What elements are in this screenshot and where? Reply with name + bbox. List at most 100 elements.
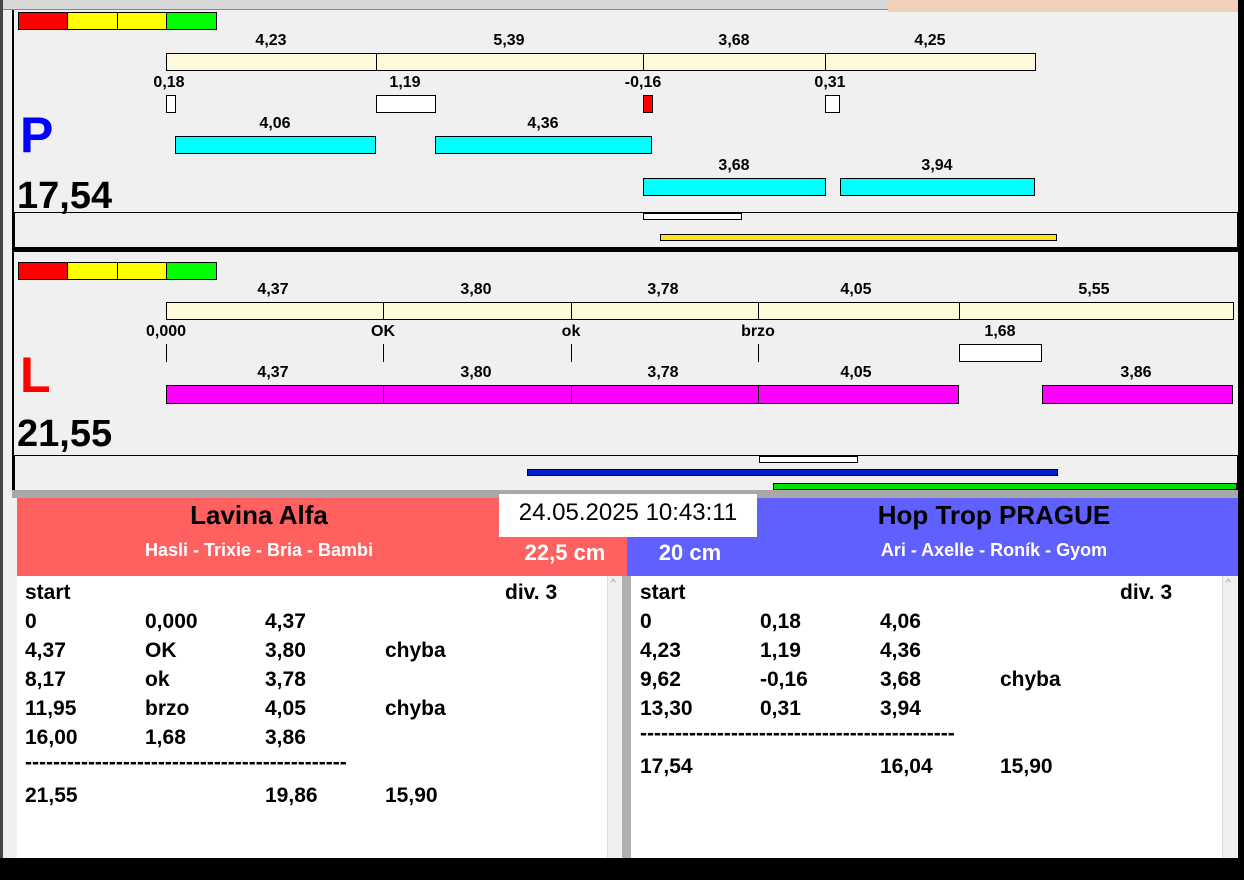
run-bar (643, 178, 826, 196)
list-divider (622, 576, 631, 858)
segment-label: 3,68 (718, 32, 750, 49)
exchange-label: 0,18 (153, 74, 185, 91)
segment-label: 4,37 (257, 281, 289, 298)
list-cell: 0,000 (145, 610, 198, 633)
run-label: 3,78 (647, 364, 679, 381)
run-bar (383, 385, 572, 404)
list-separator: ----------------------------------------… (25, 751, 347, 774)
list-total-cell: 17,54 (640, 755, 693, 778)
scroll-up-icon[interactable]: ^ (1226, 578, 1231, 589)
run-label: 3,68 (718, 157, 750, 174)
list-start-label: start (640, 581, 686, 604)
timestamp-box: 24.05.2025 10:43:11 (499, 494, 757, 537)
p-letter: P (20, 107, 54, 163)
exchange-tick (383, 344, 384, 362)
segment-label: 3,78 (647, 281, 679, 298)
list-cell: 4,37 (265, 610, 306, 633)
list-cell: 1,19 (760, 639, 801, 662)
course-segment (959, 302, 1234, 320)
list-cell: 13,30 (640, 697, 693, 720)
panel-divider (12, 247, 1238, 252)
course-segment (825, 53, 1036, 71)
list-cell: chyba (385, 639, 446, 662)
segment-label: 4,05 (840, 281, 872, 298)
course-segment (383, 302, 572, 320)
timeline-bar (527, 469, 1058, 476)
course-segment (376, 53, 644, 71)
list-division-label: div. 3 (1120, 581, 1173, 604)
run-label: 4,06 (259, 115, 291, 132)
list-cell: 4,05 (265, 697, 306, 720)
course-segment (643, 53, 826, 71)
list-start-label: start (25, 581, 71, 604)
left-team-dogs: Hasli - Trixie - Bria - Bambi (144, 540, 374, 560)
list-cell: 8,17 (25, 668, 66, 691)
timeline-marker (643, 213, 742, 220)
exchange-box (376, 95, 436, 113)
list-cell: OK (145, 639, 177, 662)
segment-label: 5,39 (493, 32, 525, 49)
exchange-label: OK (371, 323, 395, 340)
list-cell: 9,62 (640, 668, 681, 691)
course-segment (571, 302, 759, 320)
list-cell: brzo (145, 697, 190, 720)
exchange-label: 1,68 (984, 323, 1016, 340)
run-bar (571, 385, 759, 404)
segment-label: 5,55 (1078, 281, 1110, 298)
right-team-height: 20 cm (658, 540, 722, 565)
list-cell: ok (145, 668, 170, 691)
l-letter: L (20, 347, 51, 403)
list-cell: 11,95 (25, 697, 77, 720)
exchange-box-fault (643, 95, 653, 113)
list-total-cell: 21,55 (25, 784, 78, 807)
run-bar (435, 136, 652, 154)
right-team-name: Hop Trop PRAGUE (877, 500, 1111, 530)
list-cell: 1,68 (145, 726, 186, 749)
run-bar (166, 385, 384, 404)
list-cell: 3,80 (265, 639, 306, 662)
segment-label: 4,23 (255, 32, 287, 49)
list-cell: chyba (1000, 668, 1061, 691)
list-total-cell: 15,90 (1000, 755, 1053, 778)
timeline-box (14, 212, 1238, 249)
list-cell: 0 (640, 610, 652, 633)
left-scrollbar[interactable]: ^ (607, 576, 622, 858)
segment-label: 3,80 (460, 281, 492, 298)
list-cell: 4,37 (25, 639, 66, 662)
exchange-box (166, 95, 176, 113)
exchange-label: ok (561, 323, 581, 340)
exchange-label: -0,16 (624, 74, 662, 91)
list-cell: 4,23 (640, 639, 681, 662)
l-total-time: 21,55 (17, 413, 113, 455)
list-cell: 3,68 (880, 668, 921, 691)
run-label: 3,94 (921, 157, 953, 174)
left-result-list[interactable] (17, 576, 607, 858)
exchange-label: brzo (741, 323, 775, 340)
course-segment (758, 302, 960, 320)
list-cell: 0,18 (760, 610, 801, 633)
run-label: 4,05 (840, 364, 872, 381)
bottom-border (0, 858, 1244, 880)
run-bar (175, 136, 376, 154)
left-border (0, 0, 3, 880)
segment-label: 4,25 (914, 32, 946, 49)
course-segment (166, 302, 384, 320)
exchange-box (959, 344, 1042, 362)
list-total-cell: 15,90 (385, 784, 438, 807)
right-scrollbar[interactable]: ^ (1222, 576, 1238, 858)
exchange-label: 0,000 (145, 323, 187, 340)
scroll-up-icon[interactable]: ^ (611, 578, 616, 589)
run-bar (1042, 385, 1233, 404)
course-segment (166, 53, 377, 71)
run-bar (840, 178, 1035, 196)
list-total-cell: 19,86 (265, 784, 318, 807)
right-result-list[interactable] (631, 576, 1222, 858)
list-separator: ----------------------------------------… (640, 722, 955, 745)
list-cell: -0,16 (760, 668, 808, 691)
run-label: 3,86 (1120, 364, 1152, 381)
timestamp: 24.05.2025 10:43:11 (518, 499, 738, 526)
exchange-tick (571, 344, 572, 362)
list-total-cell: 16,04 (880, 755, 933, 778)
run-bar (758, 385, 959, 404)
right-team-dogs: Ari - Axelle - Roník - Gyom (880, 540, 1108, 560)
